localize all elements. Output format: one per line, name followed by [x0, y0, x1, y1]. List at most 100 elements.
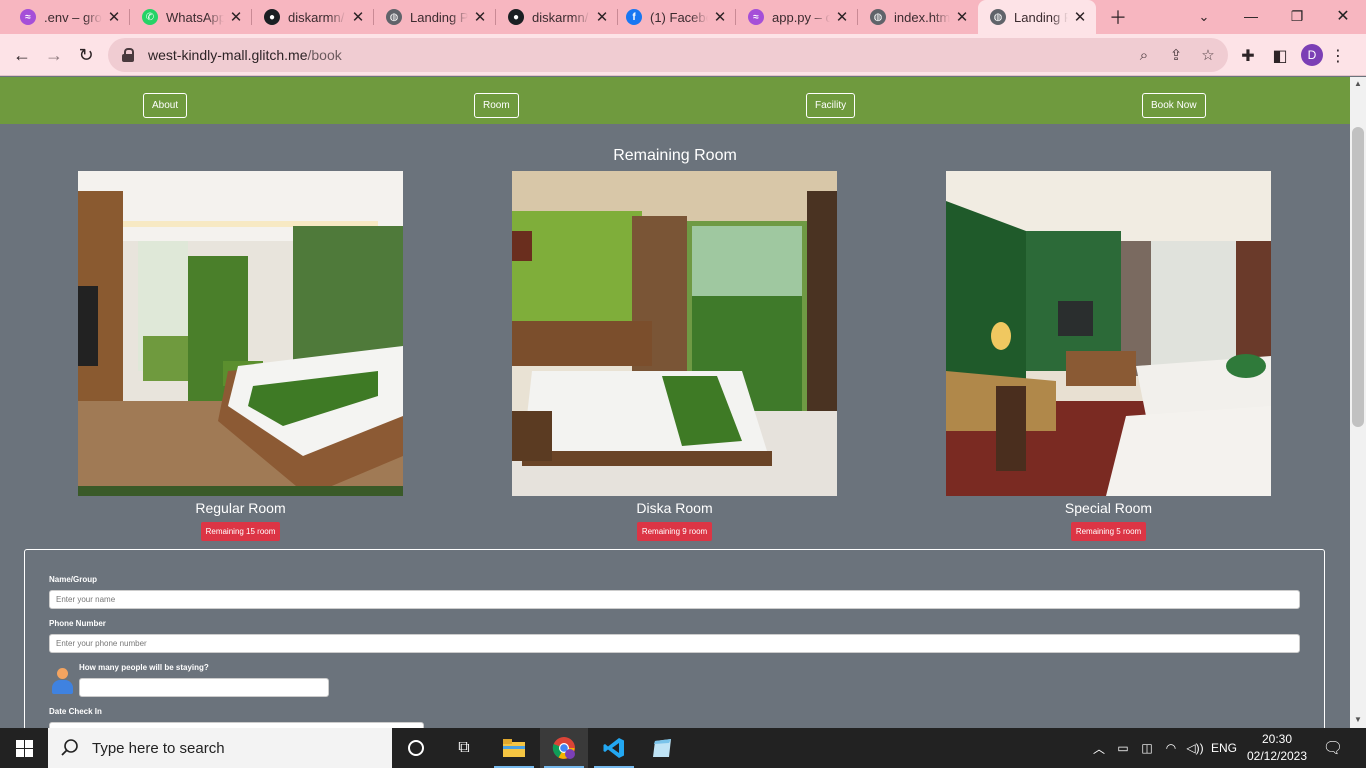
url-host: west-kindly-mall.glitch.me — [148, 47, 308, 63]
menu-icon[interactable]: ⋮ — [1328, 46, 1348, 66]
notepad-app-icon[interactable] — [638, 728, 686, 768]
back-button[interactable]: ← — [7, 40, 37, 70]
glitch-icon: ≈ — [748, 9, 764, 25]
show-hidden-icons[interactable]: ︿ — [1090, 728, 1108, 768]
tab-title: (1) Facebo — [650, 9, 708, 25]
clock-time: 20:30 — [1261, 732, 1293, 746]
close-icon[interactable]: ✕ — [106, 8, 122, 26]
tab-search-button[interactable]: ⌄ — [1190, 5, 1218, 29]
wifi-icon[interactable]: ◠ — [1160, 728, 1182, 768]
close-icon[interactable]: ✕ — [350, 8, 366, 26]
windows-icon — [15, 739, 33, 757]
glitch-icon: ≈ — [20, 9, 36, 25]
scroll-up-arrow[interactable]: ▲ — [1350, 77, 1366, 91]
whatsapp-icon: ✆ — [142, 9, 158, 25]
search-icon — [61, 739, 78, 756]
person-icon — [51, 668, 73, 694]
url-text: west-kindly-mall.glitch.me/book — [148, 47, 342, 63]
task-view-icon[interactable]: ⧉ — [440, 728, 488, 768]
nav-book-now-button[interactable]: Book Now — [1142, 93, 1206, 118]
browser-toolbar: ← → ↻ west-kindly-mall.glitch.me/book ⌕ … — [0, 34, 1366, 76]
site-navbar: About Room Facility Book Now — [0, 77, 1350, 124]
room-name: Special Room — [1064, 500, 1153, 516]
windows-taskbar: Type here to search ⧉ ︿ ▭ ◫ ◠ ◁)) ENG 20… — [0, 728, 1366, 768]
taskbar-search[interactable]: Type here to search — [48, 728, 392, 768]
github-icon: ● — [264, 9, 280, 25]
tab-title: .env – gro — [44, 9, 102, 25]
tab-title: Landing P — [410, 9, 468, 25]
profile-avatar[interactable]: D — [1301, 44, 1323, 66]
tab-index-html[interactable]: ◍ index.htm ✕ — [858, 0, 978, 34]
tab-facebook[interactable]: f (1) Facebo ✕ — [614, 0, 736, 34]
phone-label: Phone Number — [49, 619, 106, 628]
tab-title: app.py – c — [772, 9, 830, 25]
scroll-thumb[interactable] — [1352, 127, 1364, 427]
scroll-down-arrow[interactable]: ▼ — [1350, 713, 1366, 727]
language-indicator[interactable]: ENG — [1208, 728, 1240, 768]
tab-env[interactable]: ≈ .env – gro ✕ — [8, 0, 130, 34]
room-card-diska: Diska Room Remaining 9 room — [512, 171, 837, 541]
close-icon[interactable]: ✕ — [1072, 8, 1088, 26]
tab-landing-active[interactable]: ◍ Landing P ✕ — [978, 0, 1096, 34]
file-explorer-icon[interactable] — [490, 728, 538, 768]
remaining-badge: Remaining 15 room — [200, 522, 281, 541]
nav-about-button[interactable]: About — [143, 93, 188, 118]
globe-icon: ◍ — [386, 9, 402, 25]
tab-title: Landing P — [1014, 9, 1068, 25]
close-icon[interactable]: ✕ — [594, 8, 610, 26]
cortana-icon[interactable] — [392, 728, 440, 768]
side-panel-icon[interactable]: ◧ — [1270, 46, 1290, 66]
people-count-input[interactable] — [79, 678, 329, 697]
bookmark-star-icon[interactable]: ☆ — [1199, 46, 1217, 64]
reload-button[interactable]: ↻ — [71, 40, 101, 70]
tab-github-2[interactable]: ● diskarmn/ ✕ — [496, 0, 618, 34]
name-input[interactable]: Enter your name — [49, 590, 1300, 609]
start-button[interactable] — [0, 728, 48, 768]
address-bar[interactable]: west-kindly-mall.glitch.me/book ⌕ ⇪ ☆ — [108, 38, 1228, 72]
room-card-regular: Regular Room Remaining 15 room — [78, 171, 403, 541]
restore-button[interactable]: ❐ — [1274, 0, 1320, 32]
forward-button[interactable]: → — [39, 40, 69, 70]
chrome-icon[interactable] — [540, 728, 588, 768]
globe-icon: ◍ — [990, 9, 1006, 25]
zoom-icon[interactable]: ⌕ — [1135, 46, 1153, 64]
nav-facility-button[interactable]: Facility — [806, 93, 856, 118]
lock-icon[interactable] — [122, 48, 136, 62]
close-icon[interactable]: ✕ — [954, 8, 970, 26]
people-label: How many people will be staying? — [79, 663, 209, 672]
close-window-button[interactable]: ✕ — [1320, 0, 1366, 32]
close-icon[interactable]: ✕ — [228, 8, 244, 26]
tab-title: diskarmn/ — [532, 9, 589, 25]
close-icon[interactable]: ✕ — [712, 8, 728, 26]
remaining-badge: Remaining 5 room — [1070, 522, 1147, 541]
new-tab-button[interactable]: ＋ — [1104, 5, 1132, 29]
tab-github-1[interactable]: ● diskarmn/ ✕ — [252, 0, 374, 34]
tab-whatsapp[interactable]: ✆ WhatsApp ✕ — [130, 0, 252, 34]
share-icon[interactable]: ⇪ — [1167, 46, 1185, 64]
special-room-image — [946, 171, 1271, 496]
search-placeholder: Type here to search — [92, 739, 225, 757]
room-name: Diska Room — [636, 500, 713, 516]
url-path: /book — [307, 47, 342, 63]
tab-title: diskarmn/ — [288, 9, 345, 25]
diska-room-image — [512, 171, 837, 496]
close-icon[interactable]: ✕ — [834, 8, 850, 26]
close-icon[interactable]: ✕ — [472, 8, 488, 26]
web-page: About Room Facility Book Now Remaining R… — [0, 77, 1350, 728]
tab-app-py[interactable]: ≈ app.py – c ✕ — [736, 0, 858, 34]
tab-landing-1[interactable]: ◍ Landing P ✕ — [374, 0, 496, 34]
volume-icon[interactable]: ◁)) — [1184, 728, 1206, 768]
network-icon[interactable]: ◫ — [1136, 728, 1158, 768]
globe-icon: ◍ — [870, 9, 886, 25]
extensions-icon[interactable]: ✚ — [1238, 46, 1258, 66]
minimize-button[interactable]: — — [1228, 0, 1274, 32]
page-scrollbar[interactable]: ▲ ▼ — [1350, 77, 1366, 728]
battery-icon[interactable]: ▭ — [1112, 728, 1134, 768]
clock[interactable]: 20:30 02/12/2023 — [1246, 731, 1308, 765]
vscode-icon[interactable] — [590, 728, 638, 768]
checkin-label: Date Check In — [49, 707, 102, 716]
page-heading: Remaining Room — [613, 147, 737, 164]
notifications-icon[interactable]: 🗨 — [1318, 728, 1348, 768]
phone-input[interactable]: Enter your phone number — [49, 634, 1300, 653]
nav-room-button[interactable]: Room — [474, 93, 519, 118]
